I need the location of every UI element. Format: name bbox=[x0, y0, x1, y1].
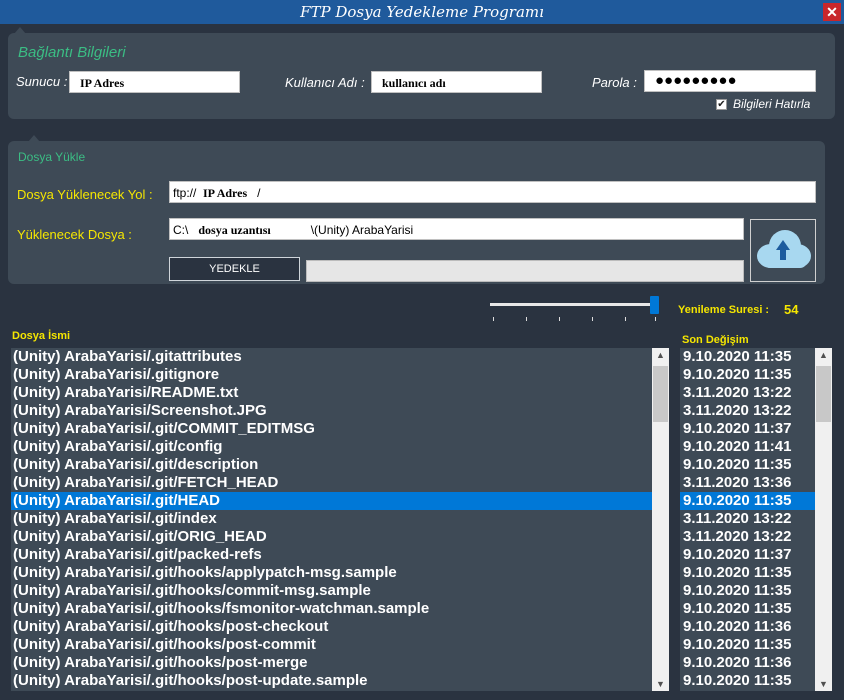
window-title: FTP Dosya Yedekleme Programı bbox=[300, 3, 544, 21]
file-row[interactable]: (Unity) ArabaYarisi/README.txt bbox=[11, 384, 652, 402]
date-row[interactable]: 9.10.2020 11:35 bbox=[680, 636, 815, 654]
upload-path-label: Dosya Yüklenecek Yol : bbox=[17, 187, 153, 202]
date-row[interactable]: 9.10.2020 11:35 bbox=[680, 600, 815, 618]
slider-ticks bbox=[488, 317, 663, 322]
file-row[interactable]: (Unity) ArabaYarisi/.git/HEAD bbox=[11, 492, 652, 510]
password-input[interactable]: ●●●●●●●●● bbox=[644, 70, 816, 92]
file-row[interactable]: (Unity) ArabaYarisi/.git/packed-refs bbox=[11, 546, 652, 564]
file-row[interactable]: (Unity) ArabaYarisi/.git/hooks/post-comm… bbox=[11, 636, 652, 654]
scrollbar-thumb[interactable] bbox=[653, 366, 668, 422]
file-suffix: \(Unity) ArabaYarisi bbox=[270, 223, 414, 237]
last-modified-header: Son Değişim bbox=[682, 334, 749, 346]
file-name-rows: (Unity) ArabaYarisi/.gitattributes (Unity… bbox=[11, 348, 652, 690]
remember-label: Bilgileri Hatırla bbox=[733, 97, 811, 111]
file-row[interactable]: (Unity) ArabaYarisi/.gitignore bbox=[11, 366, 652, 384]
cloud-upload-icon bbox=[757, 230, 811, 268]
close-button[interactable]: ✕ bbox=[823, 3, 841, 21]
scroll-down-icon[interactable]: ▼ bbox=[652, 679, 669, 689]
path-prefix: ftp:// bbox=[173, 186, 204, 200]
path-suffix: / bbox=[247, 186, 261, 200]
slider-track bbox=[490, 303, 656, 306]
remember-checkbox[interactable]: ✔ bbox=[716, 99, 727, 110]
refresh-value: 54 bbox=[784, 302, 799, 317]
upload-button[interactable] bbox=[750, 219, 816, 282]
date-row[interactable]: 9.10.2020 11:35 bbox=[680, 582, 815, 600]
date-row[interactable]: 9.10.2020 11:35 bbox=[680, 366, 815, 384]
upload-file-label: Yüklenecek Dosya : bbox=[17, 227, 132, 242]
date-row[interactable]: 9.10.2020 11:37 bbox=[680, 546, 815, 564]
refresh-label: Yenileme Suresi : bbox=[678, 304, 770, 316]
upload-progress-bar bbox=[306, 260, 744, 282]
connection-group-title: Bağlantı Bilgileri bbox=[18, 44, 126, 61]
date-row[interactable]: 3.11.2020 13:22 bbox=[680, 528, 815, 546]
password-label: Parola : bbox=[592, 75, 637, 90]
date-row[interactable]: 9.10.2020 11:35 bbox=[680, 348, 815, 366]
file-prefix: C:\ bbox=[173, 223, 199, 237]
file-row[interactable]: (Unity) ArabaYarisi/.git/config bbox=[11, 438, 652, 456]
title-bar: FTP Dosya Yedekleme Programı ✕ bbox=[0, 0, 844, 24]
file-name-list[interactable]: (Unity) ArabaYarisi/.gitattributes (Unity… bbox=[11, 348, 652, 691]
file-row[interactable]: (Unity) ArabaYarisi/.git/hooks/fsmonitor… bbox=[11, 600, 652, 618]
date-row[interactable]: 3.11.2020 13:22 bbox=[680, 510, 815, 528]
file-row[interactable]: (Unity) ArabaYarisi/.git/description bbox=[11, 456, 652, 474]
slider-thumb[interactable] bbox=[650, 296, 659, 314]
server-value: IP Adres bbox=[80, 76, 125, 90]
username-label: Kullanıcı Adı : bbox=[285, 75, 365, 90]
date-list[interactable]: 9.10.2020 11:35 9.10.2020 11:35 3.11.2020 … bbox=[680, 348, 815, 691]
date-row[interactable]: 9.10.2020 11:35 bbox=[680, 492, 815, 510]
file-row[interactable]: (Unity) ArabaYarisi/.git/index bbox=[11, 510, 652, 528]
refresh-slider[interactable] bbox=[488, 294, 663, 324]
scroll-up-icon[interactable]: ▲ bbox=[815, 350, 832, 360]
file-row[interactable]: (Unity) ArabaYarisi/.git/ORIG_HEAD bbox=[11, 528, 652, 546]
file-name-header: Dosya İsmi bbox=[12, 330, 71, 342]
date-row[interactable]: 3.11.2020 13:36 bbox=[680, 474, 815, 492]
file-row[interactable]: (Unity) ArabaYarisi/Screenshot.JPG bbox=[11, 402, 652, 420]
file-row[interactable]: (Unity) ArabaYarisi/.git/COMMIT_EDITMSG bbox=[11, 420, 652, 438]
file-row[interactable]: (Unity) ArabaYarisi/.git/hooks/commit-ms… bbox=[11, 582, 652, 600]
file-row[interactable]: (Unity) ArabaYarisi/.git/hooks/post-chec… bbox=[11, 618, 652, 636]
scrollbar-thumb[interactable] bbox=[816, 366, 831, 422]
file-row[interactable]: (Unity) ArabaYarisi/.git/hooks/post-merg… bbox=[11, 654, 652, 672]
panel-notch bbox=[28, 135, 40, 142]
file-row[interactable]: (Unity) ArabaYarisi/.git/FETCH_HEAD bbox=[11, 474, 652, 492]
file-row[interactable]: (Unity) ArabaYarisi/.git/hooks/post-upda… bbox=[11, 672, 652, 690]
panel-notch bbox=[14, 27, 26, 34]
upload-path-input[interactable]: ftp:// IP Adres / bbox=[169, 181, 816, 203]
username-value: kullanıcı adı bbox=[382, 76, 446, 90]
file-list-scrollbar[interactable]: ▲ ▼ bbox=[652, 348, 669, 691]
scroll-down-icon[interactable]: ▼ bbox=[815, 679, 832, 689]
date-rows: 9.10.2020 11:35 9.10.2020 11:35 3.11.2020 … bbox=[680, 348, 815, 690]
date-row[interactable]: 9.10.2020 11:35 bbox=[680, 456, 815, 474]
date-row[interactable]: 9.10.2020 11:36 bbox=[680, 654, 815, 672]
upload-group-title: Dosya Yükle bbox=[18, 150, 86, 164]
username-input[interactable]: kullanıcı adı bbox=[371, 71, 542, 93]
backup-button[interactable]: YEDEKLE bbox=[169, 257, 300, 281]
file-row[interactable]: (Unity) ArabaYarisi/.git/hooks/applypatc… bbox=[11, 564, 652, 582]
date-row[interactable]: 3.11.2020 13:22 bbox=[680, 402, 815, 420]
date-row[interactable]: 9.10.2020 11:37 bbox=[680, 420, 815, 438]
file-row[interactable]: (Unity) ArabaYarisi/.gitattributes bbox=[11, 348, 652, 366]
file-extension: dosya uzantısı bbox=[198, 223, 271, 237]
date-list-scrollbar[interactable]: ▲ ▼ bbox=[815, 348, 832, 691]
date-row[interactable]: 9.10.2020 11:35 bbox=[680, 564, 815, 582]
path-host: IP Adres bbox=[203, 186, 248, 200]
scroll-up-icon[interactable]: ▲ bbox=[652, 350, 669, 360]
date-row[interactable]: 9.10.2020 11:36 bbox=[680, 618, 815, 636]
server-input[interactable]: IP Adres bbox=[69, 71, 240, 93]
date-row[interactable]: 9.10.2020 11:41 bbox=[680, 438, 815, 456]
date-row[interactable]: 3.11.2020 13:22 bbox=[680, 384, 815, 402]
date-row[interactable]: 9.10.2020 11:35 bbox=[680, 672, 815, 690]
server-label: Sunucu : bbox=[16, 74, 68, 89]
upload-file-input[interactable]: C:\ dosya uzantısı \(Unity) ArabaYarisi bbox=[169, 218, 744, 240]
